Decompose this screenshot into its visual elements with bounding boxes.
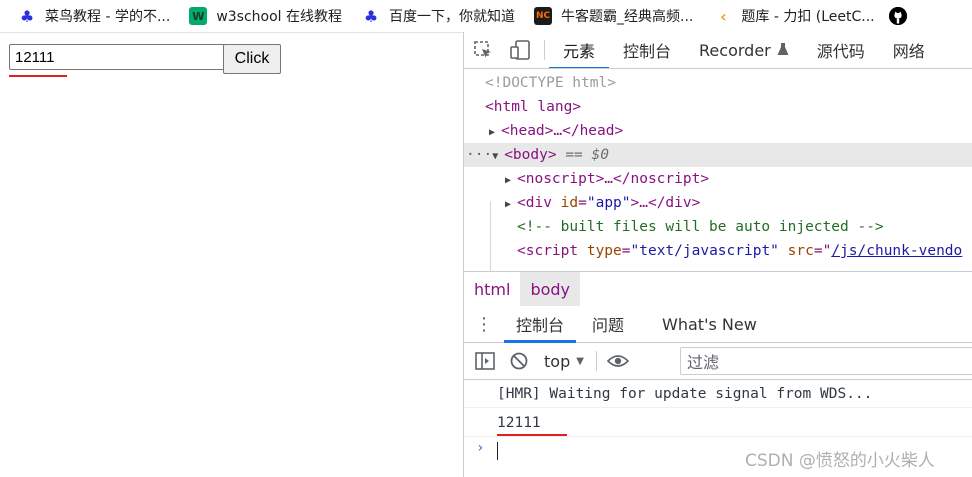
devtools-toolbar: 元素 控制台 Recorder 源代码 网络 [464, 32, 972, 69]
github-icon [888, 7, 907, 25]
bookmark-w3school[interactable]: W w3school 在线教程 [189, 0, 342, 32]
leetcode-icon: ‹ [720, 6, 727, 26]
bookmark-label: 题库 - 力扣 (LeetC... [741, 9, 875, 25]
tab-recorder[interactable]: Recorder [685, 32, 803, 68]
div-app-node[interactable]: ▶ <div id="app">…</div> [464, 191, 972, 215]
context-selector[interactable]: top ▼ [536, 352, 592, 371]
tab-sources[interactable]: 源代码 [803, 32, 879, 68]
toolbar-divider [595, 351, 597, 371]
tab-network[interactable]: 网络 [879, 32, 939, 68]
script-node[interactable]: <script type="text/javascript" src="/js/… [464, 239, 972, 263]
drawer-tabs: ⋮ 控制台 问题 What's New [464, 306, 972, 343]
nowcoder-icon: NC [534, 7, 553, 25]
console-message: [HMR] Waiting for update signal from WDS… [464, 380, 972, 408]
expand-triangle-icon[interactable]: ▶ [505, 169, 517, 193]
bookmark-nowcoder[interactable]: NC 牛客题霸_经典高频... [534, 0, 693, 32]
drawer-tab-whats-new[interactable]: What's New [650, 306, 769, 342]
console-toolbar: top ▼ 过滤 [464, 343, 972, 380]
breadcrumb-body[interactable]: body [520, 272, 581, 306]
eye-icon[interactable] [601, 343, 635, 379]
body-node[interactable]: ···▼ <body> == $0 [464, 143, 972, 167]
bookmark-label: 牛客题霸_经典高频... [561, 9, 694, 25]
console-input-cursor[interactable] [497, 442, 498, 460]
expand-triangle-icon[interactable]: ▶ [489, 121, 501, 145]
tab-console[interactable]: 控制台 [609, 32, 685, 68]
bookmark-runoob[interactable]: ♣ 菜鸟教程 - 学的不... [18, 0, 170, 32]
bookmark-baidu[interactable]: ♣ 百度一下，你就知道 [362, 0, 515, 32]
annotation-underline [9, 75, 67, 77]
console-message: 12111 [464, 409, 972, 437]
bookmark-leetcode[interactable]: ‹ 题库 - 力扣 (LeetC... [714, 0, 875, 32]
comment-node[interactable]: <!-- built files will be auto injected -… [464, 215, 972, 239]
head-node[interactable]: ▶ <head>…</head> [464, 119, 972, 143]
drawer-tab-issues[interactable]: 问题 [580, 306, 636, 342]
inspect-element-icon[interactable] [464, 32, 502, 68]
toolbar-divider [544, 40, 545, 60]
tab-recorder-label: Recorder [699, 40, 771, 60]
device-toolbar-icon[interactable] [502, 32, 540, 68]
bookmark-github[interactable] [888, 0, 916, 32]
filter-placeholder: 过滤 [687, 353, 720, 372]
noscript-node[interactable]: ▶ <noscript>…</noscript> [464, 167, 972, 191]
bookmark-label: 百度一下，你就知道 [389, 9, 516, 25]
watermark: CSDN @愤怒的小火柴人 [745, 451, 935, 471]
text-input[interactable] [9, 44, 225, 70]
caret-down-icon: ▼ [576, 355, 584, 367]
expand-triangle-icon[interactable]: ▶ [505, 193, 517, 217]
sidebar-toggle-icon[interactable] [468, 343, 502, 379]
collapse-triangle-icon[interactable]: ▼ [492, 145, 504, 169]
html-node[interactable]: <html lang> [464, 95, 972, 119]
drawer-tab-console[interactable]: 控制台 [504, 306, 577, 343]
doctype-node[interactable]: <!DOCTYPE html> [464, 71, 972, 95]
click-button[interactable]: Click [223, 44, 281, 74]
bookmark-label: w3school 在线教程 [216, 9, 343, 25]
filter-input[interactable]: 过滤 [680, 347, 972, 375]
baidu-paw-icon: ♣ [363, 6, 379, 26]
flask-icon [777, 41, 789, 60]
breadcrumb: html body [464, 271, 972, 307]
bookmarks-bar: ♣ 菜鸟教程 - 学的不... W w3school 在线教程 ♣ 百度一下，你… [0, 0, 972, 33]
tab-elements[interactable]: 元素 [549, 32, 610, 68]
annotation-underline [497, 434, 567, 436]
devtools-panel: 元素 控制台 Recorder 源代码 网络 <!DOCTYPE html> <… [463, 32, 972, 477]
more-dots-icon[interactable]: ··· [466, 147, 492, 163]
baidu-paw-icon: ♣ [19, 6, 35, 26]
console-prompt-icon: › [476, 440, 485, 456]
w3school-icon: W [189, 7, 208, 25]
context-label: top [544, 351, 571, 371]
elements-tree: <!DOCTYPE html> <html lang> ▶ <head>…</he… [464, 69, 972, 301]
more-options-icon[interactable]: ⋮ [464, 306, 504, 342]
bookmark-label: 菜鸟教程 - 学的不... [45, 9, 171, 25]
breadcrumb-html[interactable]: html [464, 272, 520, 306]
clear-console-icon[interactable] [502, 343, 536, 379]
